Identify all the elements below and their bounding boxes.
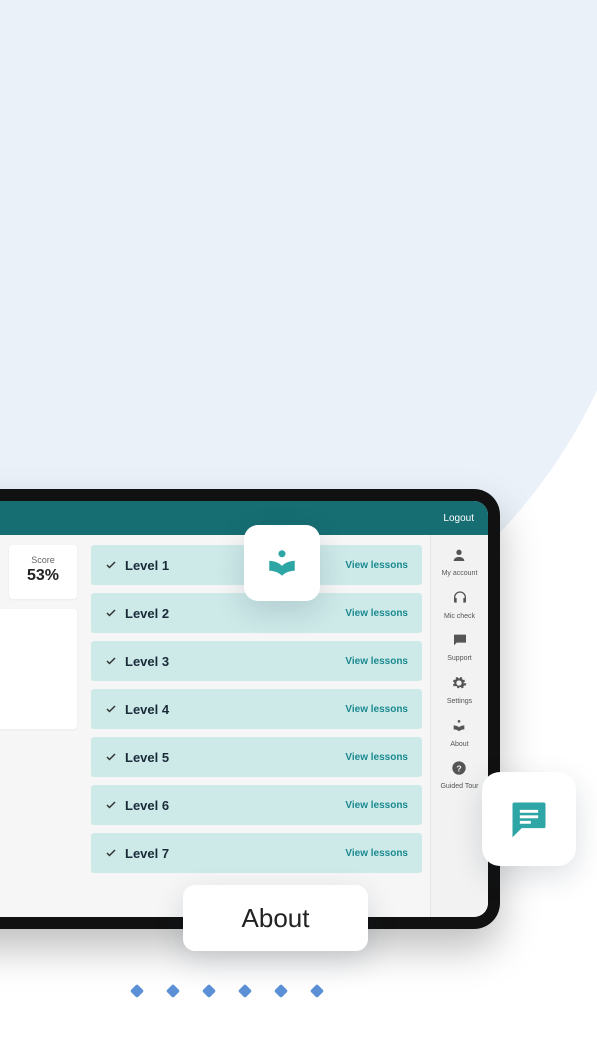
view-lessons-link[interactable]: View lessons xyxy=(345,704,408,715)
gear-icon xyxy=(451,675,467,696)
level-row[interactable]: Level 4 View lessons xyxy=(91,689,422,729)
goals-title: g goals xyxy=(0,619,67,631)
level-name: Level 4 xyxy=(125,702,169,717)
reader-badge xyxy=(244,525,320,601)
level-row[interactable]: Level 3 View lessons xyxy=(91,641,422,681)
goals-subtitle: mins each xyxy=(0,633,67,643)
level-name: Level 1 xyxy=(125,558,169,573)
level-name: Level 5 xyxy=(125,750,169,765)
topbar: again Logout xyxy=(0,501,488,535)
left-column: Score 53% g goals mins each s to go toda… xyxy=(0,535,87,917)
score-value: 53% xyxy=(17,567,69,585)
sidebar-item-label: Guided Tour xyxy=(440,783,478,791)
sidebar-item-about[interactable]: About xyxy=(450,714,468,753)
logout-link[interactable]: Logout xyxy=(443,513,474,524)
goals-card: g goals mins each s to go today go this … xyxy=(0,609,77,729)
main-body: Score 53% g goals mins each s to go toda… xyxy=(0,535,488,917)
chat-icon xyxy=(452,632,468,653)
check-icon xyxy=(105,847,117,859)
goals-days: W T F S xyxy=(0,709,67,719)
level-name: Level 3 xyxy=(125,654,169,669)
level-row[interactable]: Level 6 View lessons xyxy=(91,785,422,825)
score-label: Score xyxy=(17,555,69,565)
goals-line-today: s to go today xyxy=(0,653,67,663)
sidebar-item-settings[interactable]: Settings xyxy=(447,671,472,710)
level-row[interactable]: Level 5 View lessons xyxy=(91,737,422,777)
about-badge-text: About xyxy=(242,903,310,934)
check-icon xyxy=(105,559,117,571)
help-icon: ? xyxy=(451,760,467,781)
sidebar-item-support[interactable]: Support xyxy=(447,628,472,667)
chat-badge[interactable] xyxy=(482,772,576,866)
headset-icon xyxy=(452,590,468,611)
check-icon xyxy=(105,607,117,619)
view-lessons-link[interactable]: View lessons xyxy=(345,848,408,859)
svg-text:?: ? xyxy=(457,764,462,774)
view-lessons-link[interactable]: View lessons xyxy=(345,800,408,811)
sidebar-item-my-account[interactable]: My account xyxy=(442,543,478,582)
sidebar-item-guided-tour[interactable]: ? Guided Tour xyxy=(440,756,478,795)
sidebar-item-label: My account xyxy=(442,570,478,578)
check-icon xyxy=(105,655,117,667)
chat-icon xyxy=(507,797,551,841)
sidebar-item-label: Mic check xyxy=(444,613,475,621)
sidebar-item-label: Support xyxy=(447,655,472,663)
score-card: Score 53% xyxy=(9,545,77,599)
view-lessons-link[interactable]: View lessons xyxy=(345,608,408,619)
view-lessons-link[interactable]: View lessons xyxy=(345,656,408,667)
sidebar-item-label: Settings xyxy=(447,698,472,706)
check-icon xyxy=(105,703,117,715)
reader-icon xyxy=(265,546,299,580)
view-lessons-link[interactable]: View lessons xyxy=(345,752,408,763)
level-name: Level 7 xyxy=(125,846,169,861)
about-badge: About xyxy=(183,885,368,951)
account-icon xyxy=(451,547,467,568)
sidebar-item-label: About xyxy=(450,741,468,749)
level-row[interactable]: Level 7 View lessons xyxy=(91,833,422,873)
level-name: Level 6 xyxy=(125,798,169,813)
goals-line-week: go this week xyxy=(0,673,67,683)
right-sidebar: My account Mic check Support Settings Ab… xyxy=(430,535,488,917)
sidebar-item-mic-check[interactable]: Mic check xyxy=(444,586,475,625)
check-icon xyxy=(105,751,117,763)
reader-icon xyxy=(451,718,467,739)
level-name: Level 2 xyxy=(125,606,169,621)
check-icon xyxy=(105,799,117,811)
view-lessons-link[interactable]: View lessons xyxy=(345,560,408,571)
decorative-diamonds xyxy=(132,986,322,996)
